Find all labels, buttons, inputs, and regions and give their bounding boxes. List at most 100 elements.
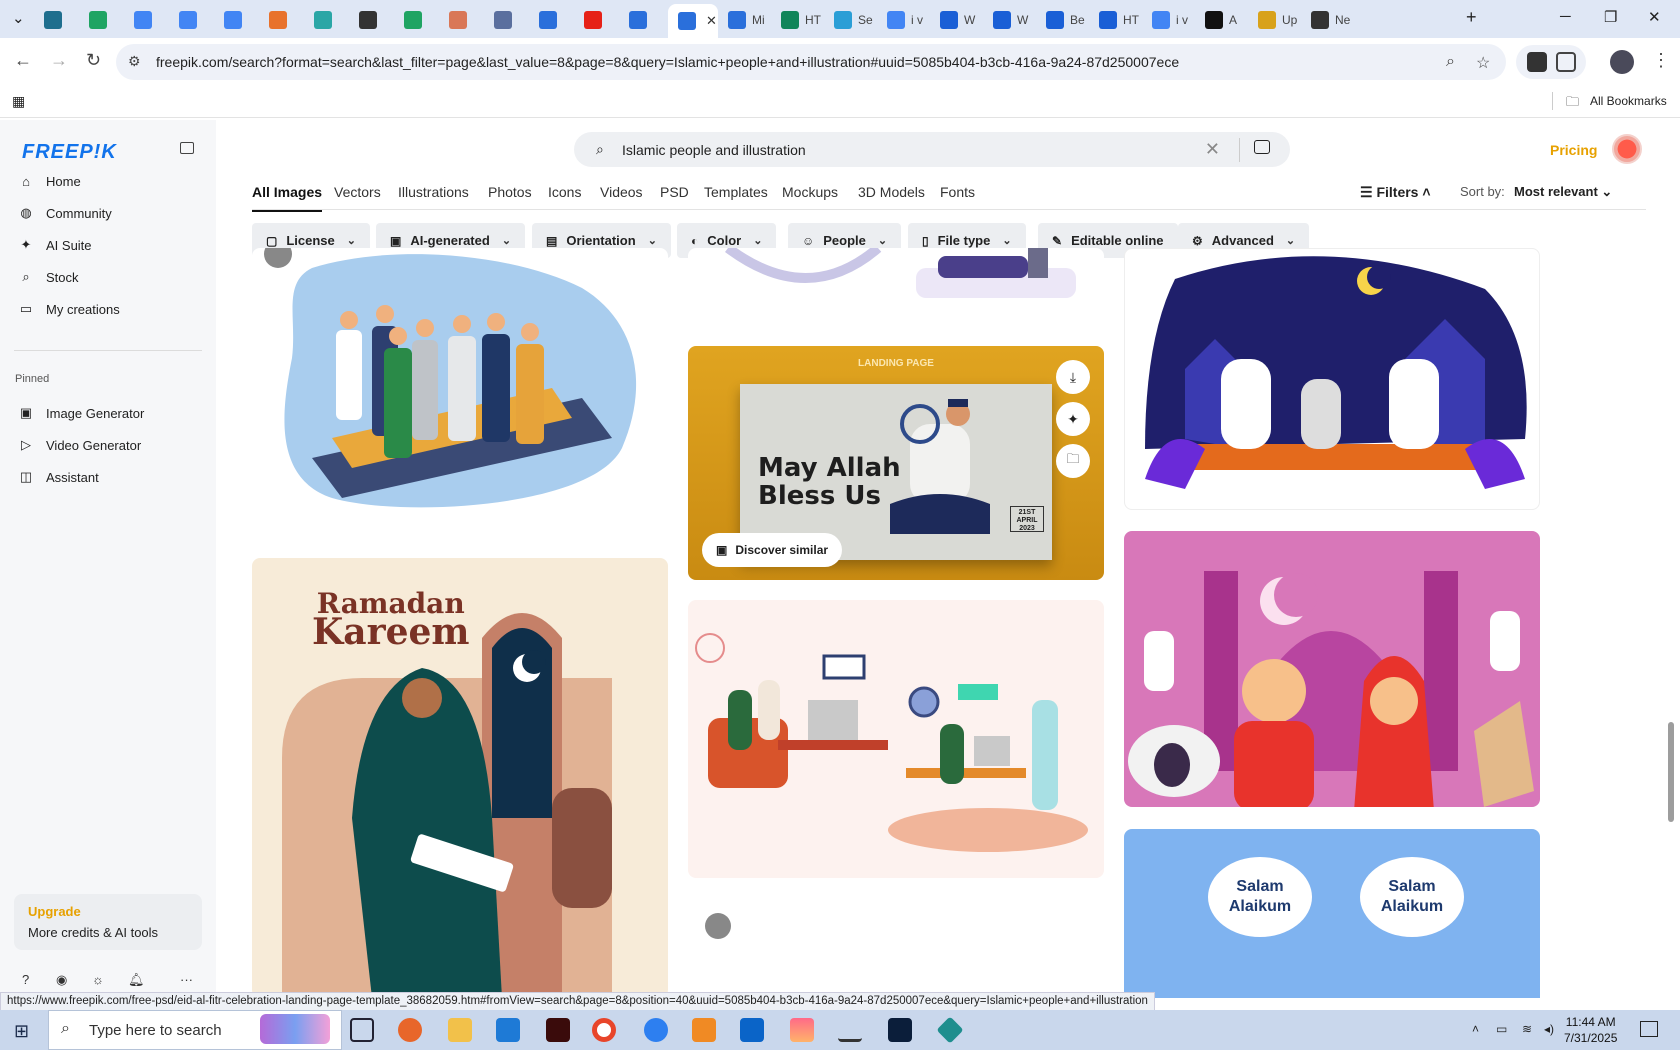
browser-tab[interactable]: Be [1040, 6, 1086, 34]
tab-search-icon[interactable]: ⌄ [12, 9, 25, 27]
apps-grid-icon[interactable]: ▦ [12, 93, 25, 110]
browser-tab[interactable]: i v [1146, 6, 1192, 34]
pinned-item-image-generator[interactable]: ▣ Image Generator [18, 398, 144, 428]
task-view-icon[interactable] [350, 1018, 374, 1042]
back-icon[interactable]: ← [14, 50, 32, 71]
browser-tab[interactable]: HT [1093, 6, 1139, 34]
discord-icon[interactable]: ◉ [56, 972, 67, 988]
tab-templates[interactable]: Templates [704, 184, 768, 200]
tab-vectors[interactable]: Vectors [334, 184, 381, 200]
close-tab-icon[interactable]: ✕ [706, 13, 717, 29]
file-explorer-icon[interactable] [448, 1018, 472, 1042]
sidebar-item-my-creations[interactable]: ▭ My creations [18, 294, 120, 324]
illustrator-icon[interactable] [546, 1018, 570, 1042]
image-card-eid-kids[interactable] [1124, 531, 1540, 807]
more-icon[interactable]: ··· [180, 972, 193, 987]
zoom-app-icon[interactable] [644, 1018, 668, 1042]
sort-dropdown[interactable]: Most relevant ⌄ [1514, 184, 1612, 200]
pen-tool-icon[interactable] [838, 1018, 862, 1042]
browser-tab[interactable] [398, 6, 436, 34]
save-to-collection-icon[interactable]: 🗀 [1056, 444, 1090, 478]
browser-tab[interactable]: W [987, 6, 1033, 34]
site-settings-icon[interactable]: ⚙ [128, 53, 141, 70]
tab-mockups[interactable]: Mockups [782, 184, 838, 200]
outlook-icon[interactable] [740, 1018, 764, 1042]
browser-tab[interactable]: W [934, 6, 980, 34]
chrome-icon[interactable] [592, 1018, 616, 1042]
sidebar-item-home[interactable]: ⌂ Home [18, 166, 81, 196]
tab-videos[interactable]: Videos [600, 184, 643, 200]
new-tab-button[interactable]: + [1466, 7, 1477, 28]
filters-toggle[interactable]: ☰ Filters ˄ [1360, 184, 1431, 201]
clear-search-icon[interactable]: ✕ [1205, 139, 1220, 160]
browser-tab[interactable]: i v [881, 6, 927, 34]
download-icon[interactable]: ⤓ [1056, 360, 1090, 394]
browser-tab[interactable]: Up [1252, 6, 1298, 34]
browser-tab[interactable] [263, 6, 301, 34]
scrollbar-thumb[interactable] [1668, 722, 1674, 822]
tab-photos[interactable]: Photos [488, 184, 532, 200]
browser-tab[interactable] [128, 6, 166, 34]
page-scrollbar[interactable] [1662, 120, 1680, 998]
fonts-extension-icon[interactable] [1526, 52, 1547, 72]
image-card-salam-alaikum[interactable]: Salam Alaikum Salam Alaikum [1124, 829, 1540, 998]
browser-tab[interactable] [443, 6, 481, 34]
discover-similar-button[interactable]: ▣ Discover similar [702, 533, 843, 567]
forward-icon[interactable]: → [50, 50, 68, 71]
browser-tab[interactable] [38, 6, 76, 34]
creative-cloud-icon[interactable] [790, 1018, 814, 1042]
notifications-icon[interactable] [1640, 1021, 1658, 1037]
browser-tab[interactable] [533, 6, 571, 34]
browser-tab[interactable]: Se [828, 6, 874, 34]
browser-tab[interactable] [488, 6, 526, 34]
vscode-icon[interactable] [496, 1018, 520, 1042]
close-window-icon[interactable]: ✕ [1648, 8, 1661, 26]
image-card-praying-men[interactable] [252, 248, 668, 518]
minimize-icon[interactable]: ─ [1560, 8, 1571, 25]
all-bookmarks-link[interactable]: All Bookmarks [1590, 94, 1667, 108]
user-avatar[interactable] [1612, 134, 1642, 164]
image-card-iftar-family[interactable] [1124, 248, 1540, 510]
image-card-landing-page[interactable]: LANDING PAGE May Allah Bless Us 21ST APR… [688, 346, 1104, 580]
profile-avatar[interactable] [1610, 50, 1634, 74]
sidebar-toggle-icon[interactable] [180, 142, 194, 154]
browser-tab[interactable]: Mi [722, 6, 768, 34]
browser-tab[interactable] [218, 6, 256, 34]
browser-tab[interactable] [623, 6, 661, 34]
photoshop-icon[interactable] [888, 1018, 912, 1042]
firefox-icon[interactable] [398, 1018, 422, 1042]
browser-tab[interactable] [308, 6, 346, 34]
xampp-icon[interactable] [692, 1018, 716, 1042]
zoom-icon[interactable]: ⌕ [1446, 53, 1455, 71]
windows-start-icon[interactable]: ⊞ [14, 1021, 29, 1042]
tab-icons[interactable]: Icons [548, 184, 581, 200]
url-field[interactable]: ⚙ freepik.com/search?format=search&last_… [116, 44, 1506, 80]
tab-all-images[interactable]: All Images [252, 184, 323, 212]
browser-tab[interactable] [578, 6, 616, 34]
ai-edit-icon[interactable]: ✦ [1056, 402, 1090, 436]
tray-volume-icon[interactable]: ◂) [1544, 1022, 1554, 1036]
browser-tab[interactable]: ✕ [668, 4, 718, 38]
tray-wifi-icon[interactable]: ≋ [1522, 1022, 1532, 1036]
theme-icon[interactable]: ☼ [92, 972, 104, 987]
puzzle-icon[interactable] [1555, 52, 1576, 72]
image-card-partial-top[interactable] [688, 248, 1104, 314]
camera-search-icon[interactable] [1254, 140, 1270, 154]
help-icon[interactable]: ? [22, 972, 29, 987]
image-card-office-people[interactable] [688, 600, 1104, 878]
browser-tab[interactable] [173, 6, 211, 34]
browser-tab[interactable]: Ne [1305, 6, 1351, 34]
freepik-logo[interactable]: FREEP!K [22, 141, 117, 164]
pinned-item-video-generator[interactable]: ▷ Video Generator [18, 430, 141, 460]
bell-icon[interactable]: 🔔︎ [128, 972, 145, 988]
browser-tab[interactable] [353, 6, 391, 34]
search-input[interactable]: Islamic people and illustration [622, 142, 806, 158]
tab-fonts[interactable]: Fonts [940, 184, 975, 200]
browser-menu-icon[interactable]: ⋮ [1652, 50, 1670, 71]
taskbar-clock[interactable]: 11:44 AM 7/31/2025 [1564, 1014, 1617, 1046]
browser-tab[interactable]: A [1199, 6, 1245, 34]
tray-chevron-icon[interactable]: ˄ [1472, 1022, 1479, 1036]
sidebar-item-community[interactable]: ◍ Community [18, 198, 111, 228]
upgrade-card[interactable]: Upgrade More credits & AI tools [14, 894, 202, 950]
browser-tab[interactable] [83, 6, 121, 34]
